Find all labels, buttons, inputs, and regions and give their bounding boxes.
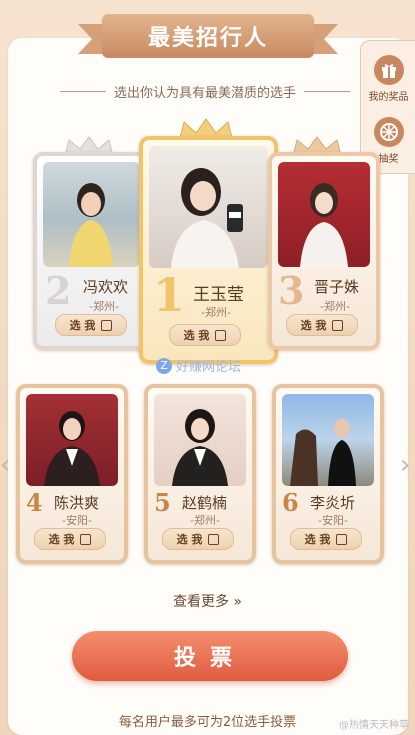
rank-number: 6 [282, 488, 299, 517]
candidate-photo [278, 162, 370, 267]
candidate-photo [149, 146, 268, 268]
candidate-name: 晋子姝 [314, 278, 360, 296]
candidate-city: -安阳- [62, 514, 92, 527]
candidate-name: 冯欢欢 [83, 278, 129, 296]
candidate-city: -郑州- [89, 300, 119, 313]
candidate-photo [154, 394, 246, 486]
select-candidate-button[interactable]: 选 我 [34, 528, 106, 550]
my-prizes-label: 我的奖品 [368, 92, 409, 103]
select-candidate-button[interactable]: 选 我 [290, 528, 362, 550]
subtitle-left-line [60, 91, 106, 92]
watermark: Z 好赚网论坛 [156, 356, 241, 375]
candidate-city: -安阳- [318, 514, 348, 527]
candidate-city: -郑州- [320, 300, 350, 313]
my-prizes-button[interactable]: 我的奖品 [361, 55, 415, 103]
candidate-name: 李炎圻 [310, 494, 356, 512]
candidate-card-4[interactable]: 4 陈洪爽 -安阳- 选 我 [16, 384, 128, 564]
rank-number: 3 [278, 268, 305, 313]
candidate-photo [43, 162, 140, 267]
subtitle-right-line [304, 91, 351, 92]
checkbox-icon [332, 319, 344, 331]
candidate-photo [282, 394, 374, 486]
weibo-watermark: @热情天天种草 [339, 720, 409, 731]
rank-number: 2 [45, 268, 72, 313]
checkbox-icon [101, 319, 113, 331]
select-label: 选 我 [183, 329, 210, 342]
candidate-name: 陈洪爽 [54, 494, 100, 512]
subtitle: 选出你认为具有最美潜质的选手 [60, 82, 351, 101]
candidate-photo [26, 394, 118, 486]
gift-icon [373, 55, 404, 85]
watermark-text: 好赚网论坛 [176, 360, 242, 375]
wheel-icon [373, 117, 404, 147]
select-label: 选 我 [69, 319, 96, 332]
prev-arrow-icon[interactable]: ‹ [0, 450, 12, 480]
select-label: 选 我 [176, 533, 203, 546]
select-candidate-button[interactable]: 选 我 [162, 528, 234, 550]
candidate-name: 王玉莹 [193, 285, 244, 305]
select-label: 选 我 [48, 533, 75, 546]
rank-number: 4 [26, 488, 43, 517]
candidate-card-6[interactable]: 6 李炎圻 -安阳- 选 我 [272, 384, 384, 564]
select-label: 选 我 [300, 319, 327, 332]
checkbox-icon [336, 533, 348, 545]
rank-number: 1 [153, 268, 186, 322]
page-title: 最美招行人 [102, 14, 314, 58]
subtitle-text: 选出你认为具有最美潜质的选手 [114, 86, 297, 101]
see-more-link[interactable]: 查看更多 » [0, 591, 415, 611]
candidate-card-2[interactable]: 2 冯欢欢 -郑州- 选 我 [33, 152, 150, 350]
candidate-name: 赵鹤楠 [182, 494, 228, 512]
title-ribbon: 最美招行人 [78, 14, 338, 60]
watermark-logo-icon: Z [156, 357, 172, 374]
rank-number: 5 [154, 488, 171, 517]
checkbox-icon [80, 533, 92, 545]
select-label: 选 我 [304, 533, 331, 546]
select-candidate-button[interactable]: 选 我 [169, 324, 241, 346]
select-candidate-button[interactable]: 选 我 [286, 314, 358, 336]
vote-button[interactable]: 投票 [72, 631, 348, 681]
candidate-card-1[interactable]: 1 王玉莹 -郑州- 选 我 [139, 136, 278, 364]
checkbox-icon [215, 329, 227, 341]
candidate-city: -郑州- [201, 306, 231, 319]
checkbox-icon [208, 533, 220, 545]
candidate-card-3[interactable]: 3 晋子姝 -郑州- 选 我 [268, 152, 380, 350]
candidate-city: -郑州- [190, 514, 220, 527]
next-arrow-icon[interactable]: › [400, 450, 412, 480]
candidate-card-5[interactable]: 5 赵鹤楠 -郑州- 选 我 [144, 384, 256, 564]
select-candidate-button[interactable]: 选 我 [55, 314, 127, 336]
